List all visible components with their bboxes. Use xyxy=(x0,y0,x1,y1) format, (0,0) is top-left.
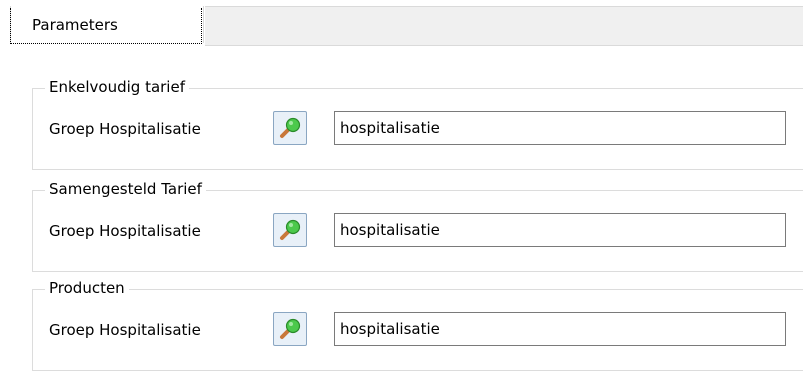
search-icon xyxy=(280,318,301,339)
lookup-button[interactable] xyxy=(273,213,307,247)
tab-strip-background xyxy=(205,6,803,46)
group-producten: Producten Groep Hospitalisatie xyxy=(32,278,803,371)
search-icon xyxy=(280,219,301,240)
field-label-groep-hospitalisatie: Groep Hospitalisatie xyxy=(49,321,201,339)
group-title: Enkelvoudig tarief xyxy=(45,77,189,97)
groep-hospitalisatie-input[interactable] xyxy=(334,312,786,346)
tab-parameters-label: Parameters xyxy=(32,16,118,34)
groep-hospitalisatie-input[interactable] xyxy=(334,213,786,247)
group-samengesteld-tarief: Samengesteld Tarief Groep Hospitalisatie xyxy=(32,179,803,272)
lookup-button[interactable] xyxy=(273,111,307,145)
group-title: Samengesteld Tarief xyxy=(45,179,206,199)
group-enkelvoudig-tarief: Enkelvoudig tarief Groep Hospitalisatie xyxy=(32,77,803,170)
groep-hospitalisatie-input[interactable] xyxy=(334,111,786,145)
tab-parameters[interactable]: Parameters xyxy=(10,6,204,43)
group-title: Producten xyxy=(45,278,129,298)
lookup-button[interactable] xyxy=(273,312,307,346)
field-label-groep-hospitalisatie: Groep Hospitalisatie xyxy=(49,222,201,240)
tab-strip: Parameters xyxy=(0,0,803,46)
field-label-groep-hospitalisatie: Groep Hospitalisatie xyxy=(49,120,201,138)
search-icon xyxy=(280,117,301,138)
